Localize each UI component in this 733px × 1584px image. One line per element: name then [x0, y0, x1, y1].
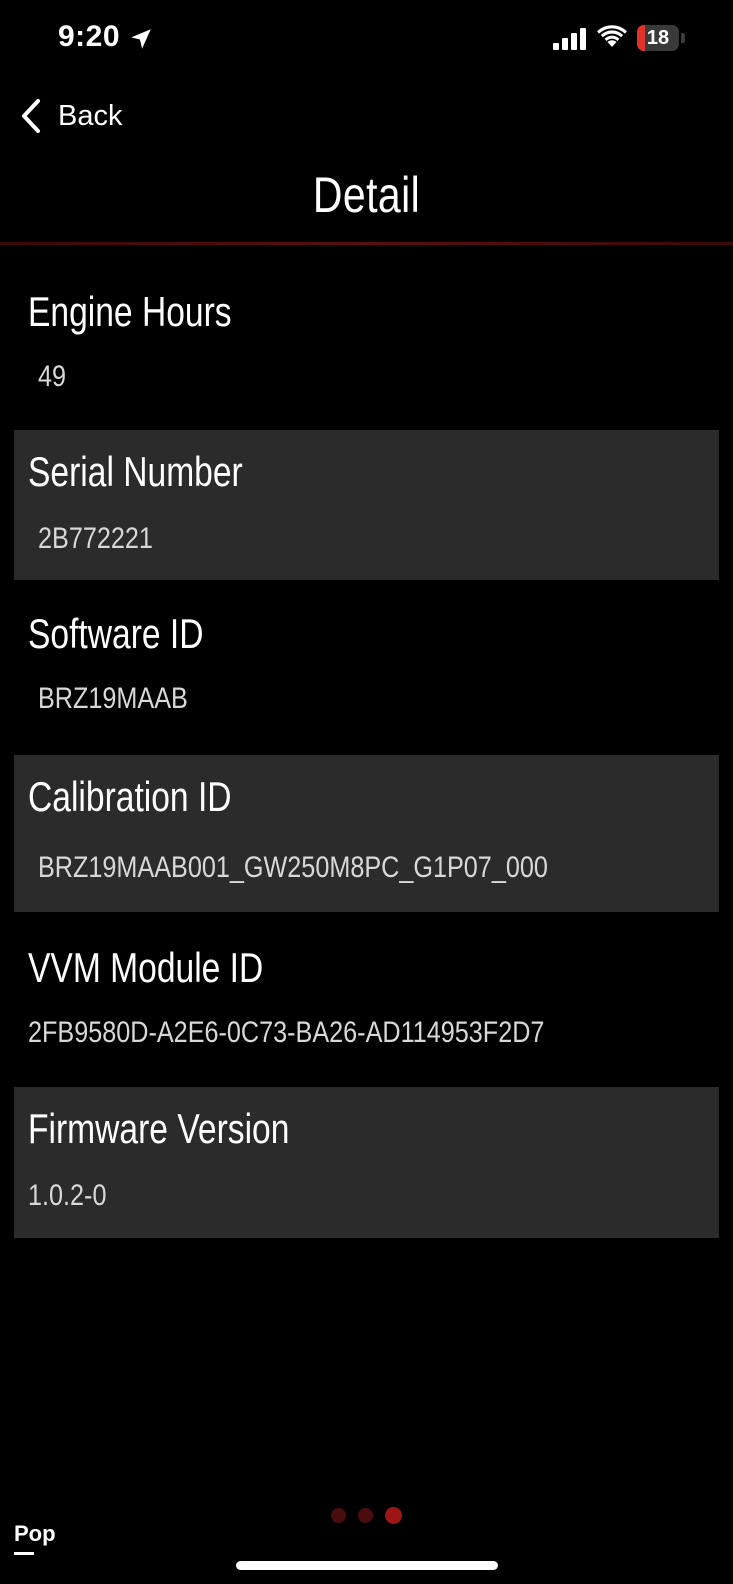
- home-indicator[interactable]: [236, 1561, 498, 1570]
- detail-value: BRZ19MAAB: [38, 682, 188, 715]
- detail-row-calibration-id: Calibration ID BRZ19MAAB001_GW250M8PC_G1…: [14, 755, 719, 912]
- detail-row-engine-hours: Engine Hours 49: [14, 268, 719, 424]
- page-dot-active[interactable]: [385, 1507, 402, 1524]
- detail-label: Engine Hours: [28, 288, 232, 335]
- detail-label: Serial Number: [28, 448, 243, 495]
- detail-value: 1.0.2-0: [28, 1179, 107, 1212]
- detail-label: Firmware Version: [28, 1105, 290, 1152]
- pop-underline: [14, 1552, 34, 1555]
- detail-row-firmware-version: Firmware Version 1.0.2-0: [14, 1087, 719, 1238]
- wifi-icon: [597, 25, 627, 47]
- back-label: Back: [58, 99, 123, 132]
- battery-level: 18: [646, 27, 670, 49]
- pop-label[interactable]: Pop: [14, 1521, 56, 1547]
- detail-label: Calibration ID: [28, 773, 232, 820]
- detail-value: 49: [38, 360, 67, 393]
- location-arrow-icon: [131, 29, 151, 49]
- detail-label: VVM Module ID: [28, 944, 264, 991]
- status-time: 9:20: [58, 20, 121, 53]
- title-divider: [0, 242, 733, 245]
- detail-row-vvm-module-id: VVM Module ID 2FB9580D-A2E6-0C73-BA26-AD…: [14, 922, 719, 1082]
- battery-cap: [681, 33, 685, 43]
- detail-label: Software ID: [28, 610, 204, 657]
- cellular-signal-icon: [553, 28, 586, 50]
- detail-row-software-id: Software ID BRZ19MAAB: [14, 590, 719, 746]
- battery-indicator: 18: [637, 25, 679, 51]
- page-title: Detail: [312, 167, 421, 223]
- page-indicator[interactable]: [0, 1507, 733, 1524]
- detail-value: 2FB9580D-A2E6-0C73-BA26-AD114953F2D7: [28, 1016, 545, 1049]
- detail-value: 2B772221: [38, 522, 153, 555]
- detail-row-serial-number: Serial Number 2B772221: [14, 430, 719, 580]
- detail-value: BRZ19MAAB001_GW250M8PC_G1P07_000: [38, 851, 548, 884]
- page-dot[interactable]: [358, 1508, 373, 1523]
- back-button[interactable]: Back: [18, 96, 122, 136]
- status-bar: 9:20 18: [0, 0, 733, 80]
- chevron-left-icon: [22, 99, 40, 133]
- page-dot[interactable]: [331, 1508, 346, 1523]
